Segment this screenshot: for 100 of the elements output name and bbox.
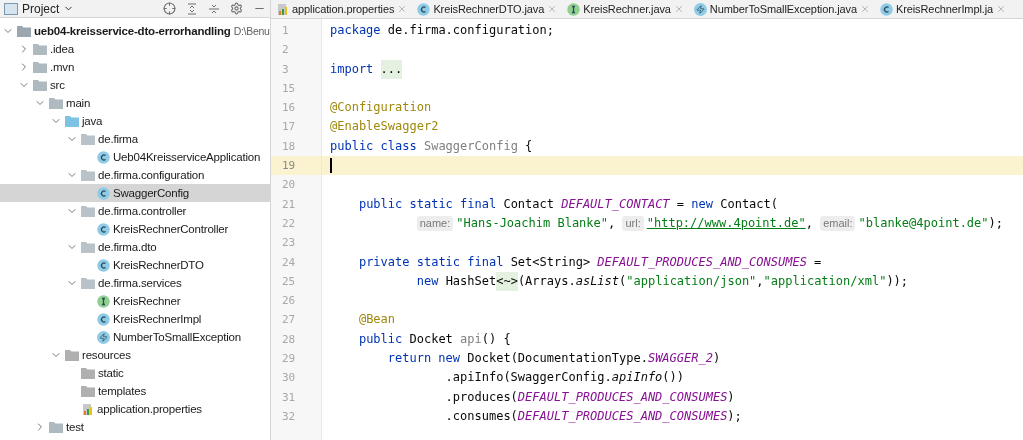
crosshair-icon[interactable]	[163, 2, 176, 15]
code-token: SwaggerConfig	[423, 137, 518, 155]
code-token: =	[814, 253, 822, 271]
line-number: 1	[281, 23, 290, 39]
tree-item-label: java	[82, 115, 103, 127]
tree-item-label: src	[50, 79, 65, 91]
interface-icon	[97, 294, 110, 308]
tree-item-label: ueb04-kreisservice-dto-errorhandling	[34, 25, 231, 37]
tree-item[interactable]: application.properties	[0, 400, 270, 418]
line-number: 2	[281, 42, 290, 59]
tree-item[interactable]: templates	[0, 382, 270, 400]
tree-item[interactable]: de.firma.services	[0, 274, 270, 292]
tree-item[interactable]: de.firma.controller	[0, 202, 270, 220]
code-token: public class	[330, 137, 417, 155]
tree-item-label: SwaggerConfig	[113, 187, 190, 199]
close-tab-button[interactable]	[547, 4, 558, 14]
line-number: 24	[281, 254, 297, 271]
collapse-all-icon[interactable]	[208, 2, 220, 15]
tree-item-label: KreisRechnerDTO	[113, 259, 204, 271]
folder-icon	[33, 61, 47, 73]
tree-item[interactable]: static	[0, 364, 270, 382]
tree-item[interactable]: .idea	[0, 40, 270, 58]
expand-all-icon[interactable]	[186, 2, 198, 15]
tree-item[interactable]: NumberToSmallException	[0, 328, 270, 346]
code-token: @Bean	[358, 311, 396, 329]
code-token: DEFAULT_CONTACT	[561, 195, 670, 213]
code-token: asList	[575, 272, 620, 290]
resources-folder-icon	[65, 349, 79, 361]
code-token: ...	[380, 59, 403, 79]
code-token: Contact(	[720, 195, 778, 213]
tree-item-label: Ueb04KreisserviceApplication	[113, 151, 261, 163]
tree-item-label: test	[66, 421, 84, 433]
settings-icon[interactable]	[230, 2, 243, 15]
code-editor[interactable]	[271, 19, 1023, 440]
tree-item[interactable]: KreisRechnerController	[0, 220, 270, 238]
code-token: "blanke@4point.de"	[858, 214, 989, 232]
class-icon	[417, 2, 431, 16]
tree-item[interactable]: resources	[0, 346, 270, 364]
tree-item[interactable]: test	[0, 418, 270, 436]
tree-item-label: KreisRechner	[113, 295, 181, 307]
tree-item-label: de.firma.configuration	[98, 169, 205, 181]
code-token: ,	[756, 272, 764, 290]
tree-item[interactable]: Ueb04KreisserviceApplication	[0, 148, 270, 166]
code-token: @Configuration	[330, 99, 432, 117]
line-number: 16	[281, 100, 297, 117]
tree-item[interactable]: de.firma.dto	[0, 238, 270, 256]
line-number: 26	[281, 293, 297, 310]
editor-tab[interactable]: KreisRechnerImpl.ja	[874, 0, 1012, 18]
package-icon	[81, 241, 95, 253]
code-token: SWAGGER_2	[647, 350, 713, 368]
tree-item[interactable]: .mvn	[0, 58, 270, 76]
tree-item[interactable]: de.firma	[0, 130, 270, 148]
editor-tab[interactable]: KreisRechner.java	[562, 0, 689, 18]
parameter-hint: email:	[820, 216, 856, 232]
code-token: new	[416, 272, 439, 290]
class-icon	[97, 150, 110, 164]
tree-item[interactable]: main	[0, 94, 270, 112]
line-number: 18	[281, 138, 297, 155]
folder-icon	[33, 79, 47, 91]
properties-file-icon	[276, 2, 289, 16]
tree-item[interactable]: KreisRechner	[0, 292, 270, 310]
tree-item[interactable]: java	[0, 112, 270, 130]
close-tab-button[interactable]	[673, 4, 684, 14]
tree-item[interactable]: KreisRechnerImpl	[0, 310, 270, 328]
tree-item[interactable]: de.firma.configuration	[0, 166, 270, 184]
code-token: (Arrays.	[517, 272, 576, 290]
code-token: return new	[387, 350, 461, 368]
close-tab-button[interactable]	[397, 4, 408, 14]
editor-tab[interactable]: application.properties	[271, 0, 413, 18]
code-token: .produces(	[445, 388, 518, 406]
folder-icon	[49, 97, 63, 109]
close-tab-button[interactable]	[996, 4, 1007, 14]
code-token: HashSet	[445, 272, 497, 290]
tree-item[interactable]: KreisRechnerDTO	[0, 256, 270, 274]
line-number: 23	[281, 235, 297, 252]
line-number: 21	[281, 196, 297, 213]
code-token: ,	[805, 214, 814, 232]
tree-item-label: de.firma.services	[98, 277, 182, 289]
folder-icon	[33, 43, 47, 55]
line-number: 17	[281, 119, 297, 136]
tree-item-label: .idea	[50, 43, 74, 55]
package-icon	[81, 205, 95, 217]
class-icon	[97, 222, 110, 236]
code-token: private static final	[358, 253, 504, 271]
parameter-hint: name:	[416, 216, 454, 232]
tree-item[interactable]: SwaggerConfig	[0, 184, 270, 202]
project-view-dropdown[interactable]: Project	[22, 1, 75, 16]
tree-item-label: de.firma.dto	[98, 241, 157, 253]
tree-item[interactable]: ueb04-kreisservice-dto-errorhandling D:\Benu	[0, 22, 270, 40]
code-token: .consumes(	[445, 407, 518, 425]
line-number: 3	[281, 61, 290, 78]
class-icon	[97, 258, 110, 272]
tree-item[interactable]: src	[0, 76, 270, 94]
line-number: 27	[281, 312, 297, 329]
tab-label: application.properties	[292, 3, 395, 15]
editor-tab[interactable]: KreisRechnerDTO.java	[412, 0, 563, 18]
editor-tab[interactable]: NumberToSmallException.java	[688, 0, 875, 18]
close-tab-button[interactable]	[859, 4, 870, 14]
line-number: 20	[281, 177, 297, 194]
line-number: 32	[281, 408, 297, 425]
